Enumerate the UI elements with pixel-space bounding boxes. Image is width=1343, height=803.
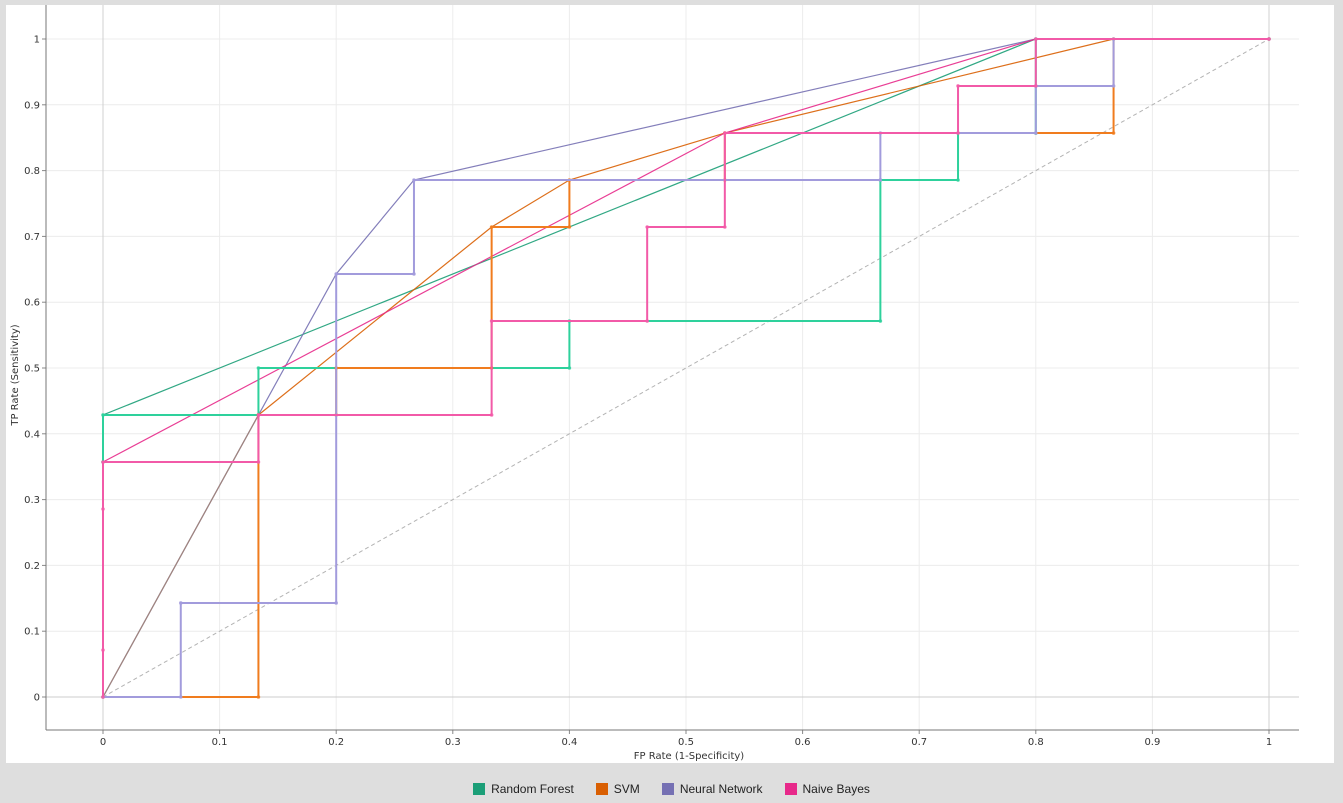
y-tick-label: 0.5 — [24, 364, 40, 375]
naive-bayes-point — [956, 84, 960, 88]
y-tick-label: 0.9 — [24, 100, 40, 111]
naive-bayes-point — [101, 507, 105, 511]
random-forest-point — [101, 413, 105, 417]
x-tick-label: 0.6 — [795, 737, 811, 748]
y-tick-label: 0.8 — [24, 166, 40, 177]
naive-bayes-point — [101, 695, 105, 699]
naive-bayes-point — [1034, 84, 1038, 88]
legend-label: Neural Network — [679, 782, 763, 796]
neural-network-point — [878, 178, 883, 182]
legend-swatch — [784, 783, 797, 795]
y-tick-label: 1 — [34, 35, 40, 46]
x-tick-label: 1 — [1266, 737, 1272, 748]
y-tick-label: 0.7 — [24, 232, 40, 243]
legend-label: Naive Bayes — [802, 782, 870, 796]
svm-point — [567, 225, 572, 229]
legend-item-naive-bayes: Naive Bayes — [784, 782, 870, 796]
roc-chart: 0 0.1 0.2 0.3 0.4 0.5 0.6 0.7 0.8 0.9 1 0 0.1 0.2 0.3 0… — [10, 5, 1299, 762]
naive-bayes-point — [489, 319, 494, 323]
legend-swatch — [661, 783, 674, 795]
random-forest-point — [956, 178, 960, 182]
y-tick-label: 0 — [34, 693, 40, 704]
y-tick-label: 0.6 — [24, 298, 40, 309]
x-tick-label: 0.5 — [678, 737, 694, 748]
x-tick-label: 0.3 — [445, 737, 461, 748]
x-tick-label: 0.8 — [1028, 737, 1044, 748]
naive-bayes-point — [1267, 37, 1271, 41]
neural-network-point — [412, 178, 416, 182]
x-tick-label: 0.1 — [212, 737, 228, 748]
legend: Random Forest SVM Neural Network Naive Baye… — [0, 776, 1343, 802]
neural-network-point — [178, 601, 183, 605]
naive-bayes-point — [101, 648, 105, 652]
y-tick-label: 0.1 — [24, 627, 40, 638]
x-tick-label: 0.4 — [561, 737, 577, 748]
neural-network-point — [1111, 84, 1116, 88]
x-tick-label: 0.9 — [1144, 737, 1160, 748]
naive-bayes-point — [256, 460, 261, 464]
neural-network-point — [1034, 131, 1038, 135]
naive-bayes-point — [645, 319, 649, 323]
legend-label: Random Forest — [491, 782, 574, 796]
neural-network-point — [334, 601, 339, 605]
svm-point — [489, 225, 494, 229]
y-tick-label: 0.4 — [24, 429, 40, 440]
naive-bayes-point — [256, 413, 261, 417]
x-axis-title: FP Rate (1-Specificity) — [634, 751, 744, 762]
naive-bayes-point — [645, 225, 649, 229]
chart-panel: 0 0.1 0.2 0.3 0.4 0.5 0.6 0.7 0.8 0.9 1 0 0.1 0.2 0.3 0… — [6, 5, 1334, 763]
y-axis-title: TP Rate (Sensitivity) — [10, 324, 21, 426]
x-tick-label: 0.7 — [911, 737, 927, 748]
naive-bayes-point — [956, 131, 960, 135]
neural-network-point — [334, 272, 339, 276]
legend-item-neural-network: Neural Network — [661, 782, 763, 796]
naive-bayes-point — [723, 225, 727, 229]
random-forest-point — [878, 319, 883, 323]
random-forest-point — [256, 366, 261, 370]
naive-bayes-point — [489, 413, 494, 417]
svm-point — [256, 695, 261, 699]
y-tick-label: 0.2 — [24, 561, 40, 572]
naive-bayes-point — [723, 131, 727, 135]
neural-network-point — [178, 695, 183, 699]
naive-bayes-point — [101, 460, 105, 464]
legend-item-random-forest: Random Forest — [473, 782, 574, 796]
x-tick-label: 0 — [100, 737, 106, 748]
neural-network-point — [412, 272, 416, 276]
svm-point — [1111, 131, 1116, 135]
x-tick-label: 0.2 — [328, 737, 344, 748]
legend-swatch — [595, 783, 608, 795]
y-tick-label: 0.3 — [24, 495, 40, 506]
naive-bayes-point — [1034, 37, 1038, 41]
legend-label: SVM — [613, 782, 640, 796]
legend-swatch — [473, 783, 486, 795]
legend-item-svm: SVM — [595, 782, 640, 796]
random-forest-point — [567, 366, 572, 370]
